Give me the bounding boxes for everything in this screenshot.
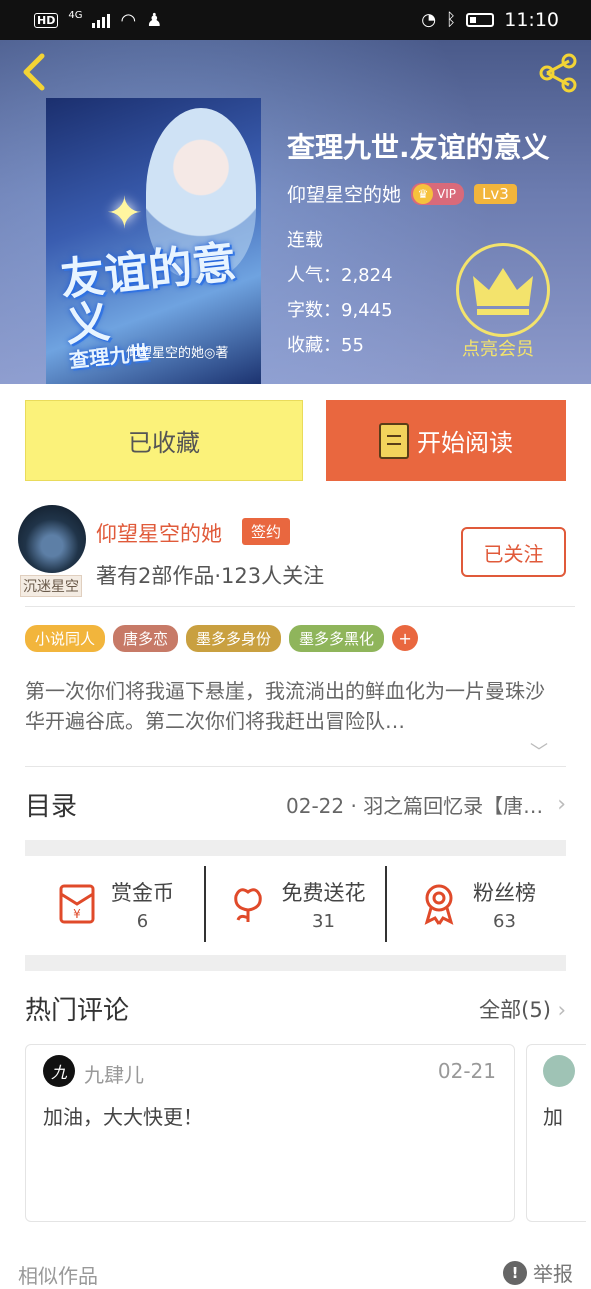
section-separator [25,955,566,971]
clock: 11:10 [504,9,559,31]
reward-coins-button[interactable]: ¥ 赏金币 6 [25,866,204,942]
bluetooth-icon: ᛒ [446,10,457,30]
commenter-avatar[interactable] [543,1055,575,1087]
favorite-count: 收藏：55 [287,335,364,356]
popularity: 人气：2,824 [287,265,393,286]
fan-ranking-button[interactable]: 粉丝榜 63 [385,866,566,942]
chevron-down-icon[interactable]: ﹀ [530,738,548,764]
interaction-stats: ¥ 赏金币 6 免费送花 31 粉丝榜 63 [25,866,566,942]
stat-label: 粉丝榜 [473,880,536,905]
stat-value: 63 [493,910,516,932]
status-bar: HD 4G ◠ ♟ ◔ ᛒ 11:10 [0,0,591,40]
stat-label: 赏金币 [111,880,174,905]
table-of-contents-row[interactable]: 目录 02-22 · 羽之篇回忆录【唐… › [25,786,566,823]
stat-value: 31 [312,910,335,932]
divider [25,766,566,767]
member-label[interactable]: 点亮会员 [462,335,534,361]
writer-avatar[interactable] [18,505,86,573]
tag-item[interactable]: 墨多多身份 [186,625,282,652]
signed-badge: 签约 [242,518,291,545]
crown-icon [473,268,533,315]
comment-card[interactable]: 九 九肆儿 02-21 加油，大大快更！ [25,1044,515,1222]
comment-card[interactable]: 加 [526,1044,586,1222]
favorited-button[interactable]: 已收藏 [25,400,303,481]
toc-label: 目录 [25,792,78,822]
report-button[interactable]: ! 举报 [503,1258,573,1287]
alarm-icon: ◔ [421,10,437,30]
cover-author: 仰望星空的她◎著 [126,346,229,361]
follow-button[interactable]: 已关注 [461,527,566,577]
word-count: 字数：9,445 [287,300,393,321]
all-comments-link[interactable]: 全部(5) › [479,994,566,1024]
network-label: 4G [68,9,83,21]
comment-text: 加油，大大快更！ [43,1105,203,1129]
tag-item[interactable]: 小说同人 [25,625,106,652]
medal-icon [424,884,454,925]
add-tag-button[interactable]: + [392,625,419,651]
comment-text: 加 [543,1105,563,1129]
book-cover[interactable]: ✦ 友谊的意义 查理九世 仰望星空的她◎著 [46,98,261,384]
avatar-tag: 沉迷星空 [20,575,82,597]
warning-icon: ! [503,1260,527,1285]
writer-name[interactable]: 仰望星空的她 [96,518,222,548]
section-separator [25,840,566,856]
latest-chapter: 02-22 · 羽之篇回忆录【唐… › [286,792,566,818]
send-flower-button[interactable]: 免费送花 31 [204,866,385,942]
similar-works-title: 相似作品 [18,1264,98,1288]
wifi-icon: ◠ [120,9,137,31]
start-reading-label: 开始阅读 [417,429,513,457]
comment-date: 02-21 [437,1059,496,1083]
svg-text:¥: ¥ [73,907,81,921]
book-icon [379,422,409,459]
vip-badge: ♛ VIP [411,182,464,205]
tag-item[interactable]: 墨多多黑化 [289,625,385,652]
serial-status: 连载 [287,230,323,251]
chevron-right-icon: › [557,998,566,1022]
signal-icon [92,12,111,28]
stat-value: 6 [136,910,149,932]
qq-icon: ♟ [146,9,163,31]
divider [25,606,575,607]
hot-comments-title: 热门评论 [25,996,130,1026]
flower-icon [233,888,262,922]
battery-icon [466,13,495,27]
red-envelope-icon: ¥ [59,884,95,924]
writer-stats: 著有2部作品·123人关注 [96,564,325,588]
book-header: ✦ 友谊的意义 查理九世 仰望星空的她◎著 查理九世.友谊的意义 仰望星空的她 … [0,40,591,384]
start-reading-button[interactable]: 开始阅读 [326,400,566,481]
star-icon: ✦ [106,188,143,239]
commenter-avatar[interactable]: 九 [43,1055,75,1087]
author-name[interactable]: 仰望星空的她 [287,180,401,207]
level-badge: Lv3 [474,183,517,204]
stat-label: 免费送花 [281,880,366,905]
hd-indicator: HD [34,12,59,28]
chevron-right-icon: › [557,792,566,817]
member-crown-button[interactable] [456,243,550,337]
commenter-name[interactable]: 九肆儿 [84,1059,144,1088]
share-icon[interactable] [535,50,581,96]
tag-list: 小说同人 唐多恋 墨多多身份 墨多多黑化 + [25,625,419,652]
author-row: 仰望星空的她 ♛ VIP Lv3 [287,180,517,207]
tag-item[interactable]: 唐多恋 [113,625,179,652]
book-intro[interactable]: 第一次你们将我逼下悬崖，我流淌出的鲜血化为一片曼珠沙华开遍谷底。第二次你们将我赶… [25,676,560,736]
crown-icon: ♛ [413,183,434,204]
book-title: 查理九世.友谊的意义 [287,131,550,164]
back-icon[interactable] [18,52,52,92]
